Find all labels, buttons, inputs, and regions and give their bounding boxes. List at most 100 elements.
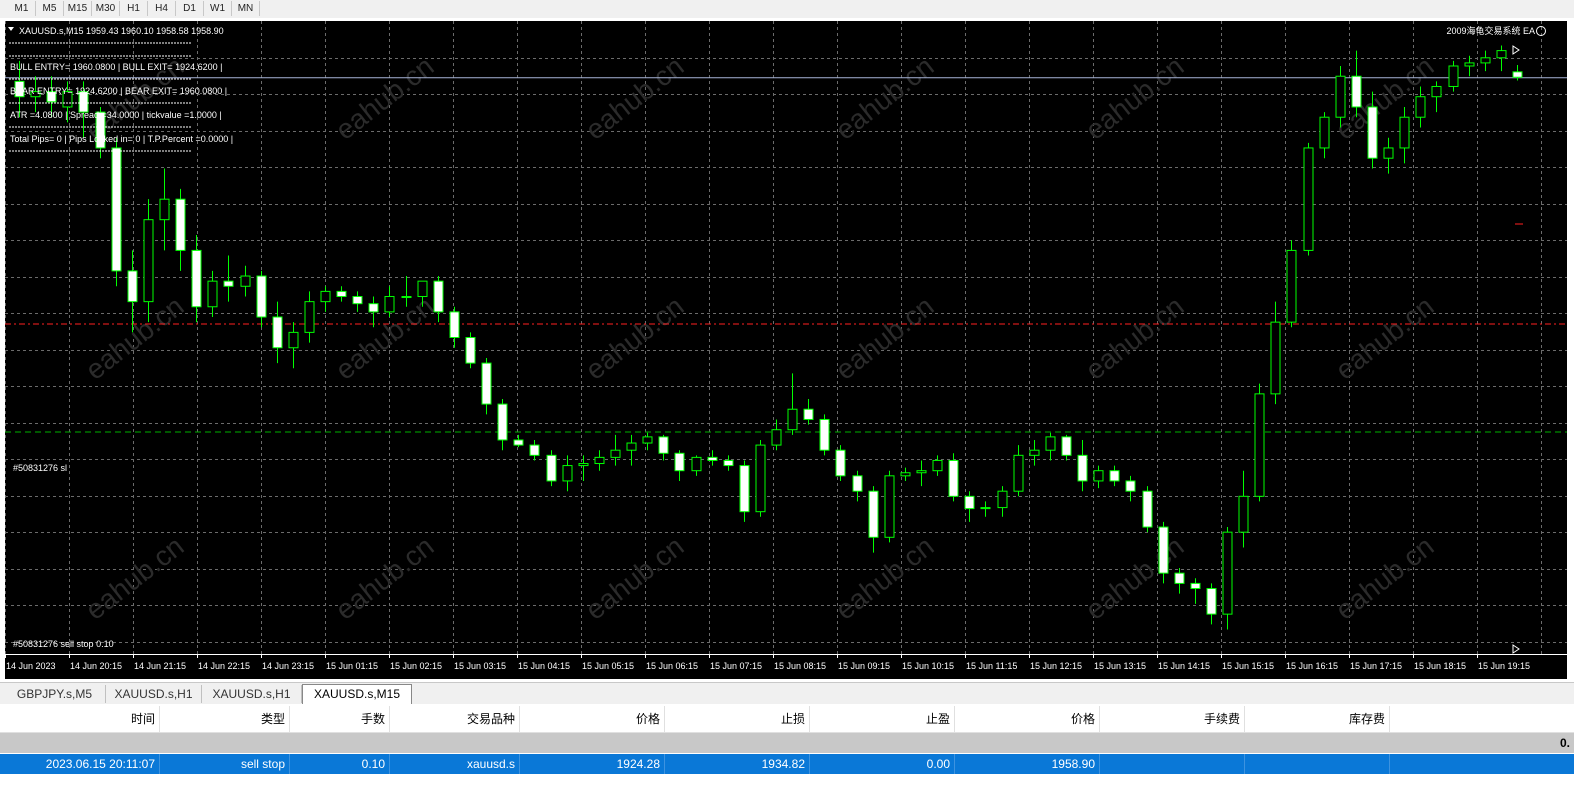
summary-value: 0. bbox=[1559, 736, 1570, 750]
candle-body bbox=[916, 470, 927, 474]
candle-body bbox=[1093, 470, 1104, 482]
column-header-sl[interactable]: 止损 bbox=[665, 706, 810, 732]
timeframe-d1[interactable]: D1 bbox=[176, 1, 204, 16]
chart-tabs-bar: GBPJPY.s,M5 XAUUSD.s,H1 XAUUSD.s,H1 XAUU… bbox=[0, 682, 1574, 705]
cell-price: 1924.28 bbox=[520, 754, 665, 774]
column-header-symbol[interactable]: 交易品种 bbox=[390, 706, 520, 732]
candle-body bbox=[562, 465, 573, 482]
candle bbox=[1303, 142, 1314, 256]
cell-type: sell stop bbox=[160, 754, 290, 774]
candle-body bbox=[1367, 106, 1378, 159]
candle-body bbox=[1077, 454, 1088, 482]
candle-body bbox=[272, 316, 283, 349]
candle-body bbox=[320, 290, 331, 303]
candle-body bbox=[707, 456, 718, 461]
tab-xauusd-h1-2[interactable]: XAUUSD.s,H1 bbox=[202, 685, 302, 703]
candle-body bbox=[964, 495, 975, 510]
column-header-tp[interactable]: 止盈 bbox=[810, 706, 955, 732]
candle-body bbox=[1335, 75, 1346, 118]
candle-body bbox=[1448, 65, 1459, 87]
cell-symbol: xauusd.s bbox=[390, 754, 520, 774]
timeframe-w1[interactable]: W1 bbox=[204, 1, 232, 16]
time-tick-label: 15 Jun 02:15 bbox=[390, 661, 442, 671]
candle-body bbox=[1206, 588, 1217, 615]
column-header-price[interactable]: 价格 bbox=[520, 706, 665, 732]
candle-body bbox=[691, 456, 702, 472]
time-tick-label: 15 Jun 18:15 bbox=[1414, 661, 1466, 671]
time-tick-label: 15 Jun 08:15 bbox=[774, 661, 826, 671]
candle-body bbox=[658, 436, 669, 454]
candle-body bbox=[997, 490, 1008, 509]
candle-body bbox=[481, 362, 492, 405]
candle-body bbox=[1496, 50, 1507, 59]
timeframe-m30[interactable]: M30 bbox=[92, 1, 120, 16]
column-header-time[interactable]: 时间 bbox=[0, 706, 160, 732]
time-tick-label: 15 Jun 19:15 bbox=[1478, 661, 1530, 671]
candle-body bbox=[1238, 495, 1249, 533]
candle-body bbox=[1512, 71, 1523, 78]
candle-body bbox=[803, 408, 814, 420]
column-header-lots[interactable]: 手数 bbox=[290, 706, 390, 732]
column-header-current-price[interactable]: 价格 bbox=[955, 706, 1100, 732]
tab-xauusd-m15[interactable]: XAUUSD.s,M15 bbox=[302, 684, 412, 704]
candle-body bbox=[771, 429, 782, 446]
info-pips-line: Total Pips= 0 | Pips Locked in= 0 | T.P.… bbox=[10, 134, 233, 144]
time-tick-label: 15 Jun 10:15 bbox=[902, 661, 954, 671]
timeframe-h4[interactable]: H4 bbox=[148, 1, 176, 16]
time-tick-label: 15 Jun 15:15 bbox=[1222, 661, 1274, 671]
candle-body bbox=[417, 280, 428, 298]
candle-body bbox=[1190, 582, 1201, 590]
candle-body bbox=[384, 296, 395, 313]
candle-body bbox=[304, 301, 315, 333]
candle-body bbox=[1061, 436, 1072, 456]
candle bbox=[1222, 527, 1233, 630]
orders-table-header: 时间 类型 手数 交易品种 价格 止损 止盈 价格 手续费 库存费 bbox=[0, 706, 1574, 733]
candle-body bbox=[111, 147, 122, 272]
time-tick-label: 14 Jun 2023 bbox=[6, 661, 56, 671]
time-axis: 14 Jun 2023 14 Jun 20:15 14 Jun 21:15 14 Ju… bbox=[5, 654, 1567, 679]
timeframe-m15[interactable]: M15 bbox=[64, 1, 92, 16]
candle-body bbox=[868, 490, 879, 538]
sl-order-label: #50831276 sl bbox=[13, 463, 67, 473]
column-header-type[interactable]: 类型 bbox=[160, 706, 290, 732]
time-tick-label: 14 Jun 20:15 bbox=[70, 661, 122, 671]
chart-header: XAUUSD.s,M15 1959.43 1960.10 1958.58 195… bbox=[19, 26, 224, 36]
timeframe-h1[interactable]: H1 bbox=[120, 1, 148, 16]
candle-body bbox=[1174, 572, 1185, 584]
candle-body bbox=[1158, 526, 1169, 574]
time-tick-label: 15 Jun 03:15 bbox=[454, 661, 506, 671]
pending-order-label: #50831276 sell stop 0.10 bbox=[13, 639, 114, 649]
column-header-swap[interactable]: 库存费 bbox=[1245, 706, 1390, 732]
candle-body bbox=[1222, 531, 1233, 615]
candle-body bbox=[594, 456, 605, 465]
candlestick-chart[interactable]: eahub.cn eahub.cn eahub.cn eahub.cn eahub.cn… bbox=[5, 21, 1567, 679]
candle-body bbox=[1013, 454, 1024, 492]
candle bbox=[111, 137, 122, 287]
timeframe-mn[interactable]: MN bbox=[232, 1, 260, 16]
candle-body bbox=[513, 439, 524, 446]
candle bbox=[1142, 486, 1153, 533]
tab-xauusd-h1[interactable]: XAUUSD.s,H1 bbox=[106, 685, 202, 703]
time-tick-label: 15 Jun 17:15 bbox=[1350, 661, 1402, 671]
cell-time: 2023.06.15 20:11:07 bbox=[0, 754, 160, 774]
candle-body bbox=[449, 311, 460, 339]
time-tick-label: 14 Jun 22:15 bbox=[198, 661, 250, 671]
timeframe-m5[interactable]: M5 bbox=[36, 1, 64, 16]
candle-body bbox=[497, 403, 508, 441]
candle-body bbox=[288, 331, 299, 349]
timeframe-m1[interactable]: M1 bbox=[8, 1, 36, 16]
candle-body bbox=[1464, 62, 1475, 67]
candle-body bbox=[368, 303, 379, 313]
candle-body bbox=[1415, 96, 1426, 118]
column-header-commission[interactable]: 手续费 bbox=[1100, 706, 1245, 732]
candle-body bbox=[352, 296, 363, 305]
table-row[interactable]: 2023.06.15 20:11:07 sell stop 0.10 xauus… bbox=[0, 754, 1574, 774]
tab-gbpjpy-m5[interactable]: GBPJPY.s,M5 bbox=[4, 685, 106, 703]
time-tick-label: 15 Jun 06:15 bbox=[646, 661, 698, 671]
candle-body bbox=[884, 475, 895, 538]
cell-current-price: 1958.90 bbox=[955, 754, 1100, 774]
candle-body bbox=[159, 198, 170, 221]
cell-lots: 0.10 bbox=[290, 754, 390, 774]
candle bbox=[819, 414, 830, 456]
time-tick-label: 15 Jun 16:15 bbox=[1286, 661, 1338, 671]
